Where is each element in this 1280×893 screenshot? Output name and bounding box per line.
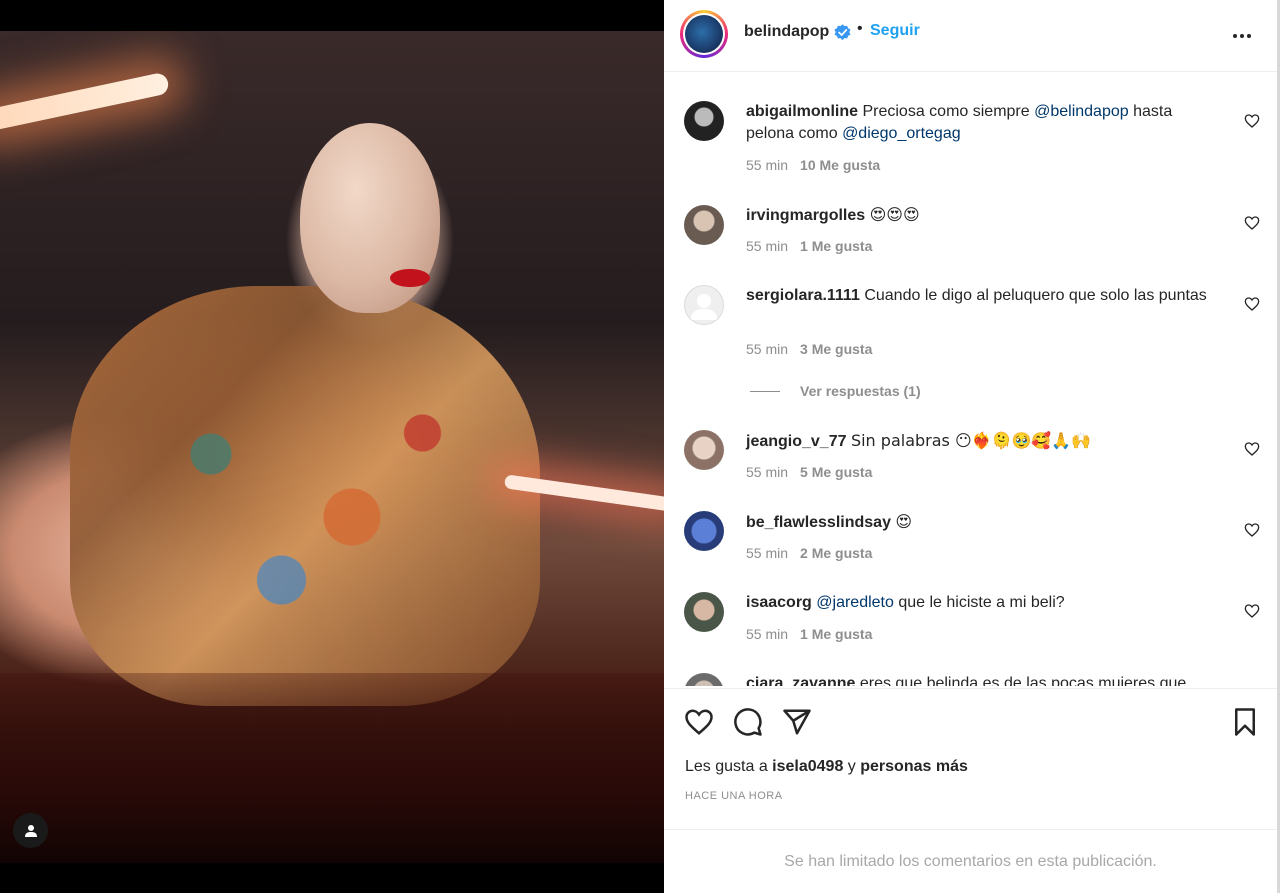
like-comment-heart-icon[interactable]: [1244, 441, 1260, 457]
view-replies-label[interactable]: Ver respuestas (1): [800, 383, 921, 399]
comment-text: isaacorg @jaredleto que le hiciste a mi …: [746, 592, 1216, 614]
likes-others[interactable]: personas más: [860, 758, 968, 775]
comment-meta: 55 min 10 Me gusta: [746, 157, 880, 173]
comment-text-part: 😍: [895, 512, 913, 531]
floor: [0, 673, 664, 863]
comment-meta: 55 min 5 Me gusta: [746, 464, 872, 480]
comment-text: irvingmargolles 😍😍😍: [746, 204, 1216, 227]
comment-meta: 55 min 3 Me gusta: [746, 341, 872, 357]
comment-time[interactable]: 55 min: [746, 545, 788, 561]
post-header: belindapop • Seguir: [664, 0, 1277, 72]
comment-bubble-icon[interactable]: [733, 707, 763, 737]
comment-text-part: eres que belinda es de las pocas mujeres…: [859, 675, 1187, 686]
comment-time[interactable]: 55 min: [746, 626, 788, 642]
comment-likes[interactable]: 10 Me gusta: [800, 157, 880, 173]
verified-badge-icon: [834, 24, 851, 41]
like-comment-heart-icon[interactable]: [1244, 522, 1260, 538]
comment-likes[interactable]: 2 Me gusta: [800, 545, 872, 561]
person-icon: [24, 824, 37, 837]
likes-summary: Les gusta a isela0498 y personas más: [685, 758, 968, 776]
model-lips: [390, 269, 430, 287]
default-avatar-icon: [690, 294, 718, 320]
tagged-users-button[interactable]: [13, 813, 48, 848]
commenter-avatar[interactable]: [684, 673, 724, 686]
comment-username[interactable]: abigailmonline: [746, 103, 858, 120]
replies-divider: [750, 390, 780, 392]
commenter-avatar[interactable]: [684, 285, 724, 325]
likes-middle: y: [843, 758, 861, 775]
post-sidebar: belindapop • Seguir abigailmonline Preci…: [664, 0, 1277, 893]
commenter-avatar[interactable]: [684, 511, 724, 551]
like-heart-icon[interactable]: [684, 707, 714, 737]
comment-likes[interactable]: 5 Me gusta: [800, 464, 872, 480]
comments-list[interactable]: abigailmonline Preciosa como siempre @be…: [664, 73, 1277, 686]
share-send-icon[interactable]: [782, 707, 812, 737]
mention-link[interactable]: @jaredleto: [816, 594, 894, 611]
comment-text-part: Preciosa como siempre: [862, 103, 1035, 120]
separator-dot: •: [857, 20, 863, 37]
neon-light: [0, 71, 171, 133]
comment-meta: 55 min 1 Me gusta: [746, 238, 872, 254]
post-photo[interactable]: [0, 31, 664, 863]
like-comment-heart-icon[interactable]: [1244, 603, 1260, 619]
view-replies-button[interactable]: Ver respuestas (1): [750, 383, 921, 399]
comment-username[interactable]: sergiolara.1111: [746, 287, 860, 304]
comment-text-part: Cuando le digo al peluquero que solo las…: [864, 287, 1207, 304]
commenter-avatar[interactable]: [684, 101, 724, 141]
comment-likes[interactable]: 1 Me gusta: [800, 238, 872, 254]
likes-prefix: Les gusta a: [685, 758, 773, 775]
comment-username[interactable]: jeangio_v_77: [746, 433, 847, 450]
mention-link[interactable]: @diego_ortegag: [842, 125, 961, 142]
follow-button[interactable]: Seguir: [870, 22, 920, 40]
more-options-icon[interactable]: [1230, 24, 1254, 48]
dress-pattern: [70, 286, 540, 706]
like-comment-heart-icon[interactable]: [1244, 113, 1260, 129]
comment-text: abigailmonline Preciosa como siempre @be…: [746, 101, 1216, 145]
post-time[interactable]: HACE UNA HORA: [685, 790, 783, 802]
comment-meta: 55 min 1 Me gusta: [746, 626, 872, 642]
comment-time[interactable]: 55 min: [746, 464, 788, 480]
like-comment-heart-icon[interactable]: [1244, 215, 1260, 231]
author-avatar[interactable]: [680, 10, 728, 58]
author-username[interactable]: belindapop: [744, 23, 829, 41]
commenter-avatar[interactable]: [684, 430, 724, 470]
liker-username[interactable]: isela0498: [772, 758, 843, 775]
commenter-avatar[interactable]: [684, 592, 724, 632]
comment-username[interactable]: ciara_zavanne: [746, 675, 855, 686]
post-media: [0, 0, 664, 893]
comment-username[interactable]: isaacorg: [746, 594, 812, 611]
comment-username[interactable]: be_flawlesslindsay: [746, 514, 891, 531]
like-comment-heart-icon[interactable]: [1244, 296, 1260, 312]
comment-text-part: 😍😍😍: [869, 205, 920, 224]
comment-meta: 55 min 2 Me gusta: [746, 545, 872, 561]
comment-text: jeangio_v_77 Sin palabras 😶❤️‍🔥🫠🥹🥰🙏🙌: [746, 430, 1216, 453]
comment-text: be_flawlesslindsay 😍: [746, 511, 1216, 534]
comment-username[interactable]: irvingmargolles: [746, 207, 865, 224]
mention-link[interactable]: @belindapop: [1034, 103, 1129, 120]
comment-time[interactable]: 55 min: [746, 341, 788, 357]
comment-time[interactable]: 55 min: [746, 157, 788, 173]
comment-likes[interactable]: 1 Me gusta: [800, 626, 872, 642]
commenter-avatar[interactable]: [684, 205, 724, 245]
comment-text: ciara_zavanne eres que belinda es de las…: [746, 673, 1216, 686]
comment-text-part: Sin palabras 😶❤️‍🔥🫠🥹🥰🙏🙌: [850, 431, 1092, 450]
comments-limited-notice: Se han limitado los comentarios en esta …: [664, 829, 1277, 893]
save-bookmark-icon[interactable]: [1230, 707, 1260, 737]
comment-text-part: que le hiciste a mi beli?: [893, 594, 1065, 611]
comment-text: sergiolara.1111 Cuando le digo al peluqu…: [746, 285, 1216, 307]
comment-time[interactable]: 55 min: [746, 238, 788, 254]
comment-likes[interactable]: 3 Me gusta: [800, 341, 872, 357]
post-actions: Les gusta a isela0498 y personas más HAC…: [664, 688, 1277, 828]
